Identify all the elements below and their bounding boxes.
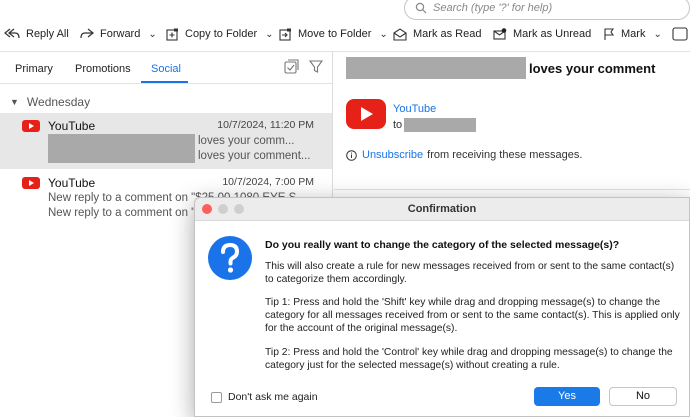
- chevron-down-icon[interactable]: ⌄: [148, 29, 156, 40]
- dialog-question: Do you really want to change the categor…: [265, 239, 620, 251]
- reply-all-button[interactable]: Reply All: [4, 22, 69, 46]
- forward-button[interactable]: Forward ⌄: [80, 22, 157, 46]
- checkbox-box[interactable]: [211, 391, 222, 403]
- mark-as-unread-label: Mark as Unread: [513, 28, 592, 40]
- chevron-down-icon[interactable]: ⌄: [265, 29, 273, 40]
- dialog-paragraph: This will also create a rule for new mes…: [265, 261, 675, 285]
- forward-label: Forward: [100, 28, 141, 40]
- chevron-down-icon[interactable]: ⌄: [379, 29, 387, 40]
- more-button[interactable]: [672, 22, 690, 46]
- yes-button[interactable]: Yes: [534, 387, 600, 406]
- move-to-folder-label: Move to Folder: [298, 28, 372, 40]
- mark-label: Mark: [621, 28, 646, 40]
- mark-button[interactable]: Mark ⌄: [603, 22, 662, 46]
- toolbar: Reply All Forward ⌄ Copy to Folder ⌄ Mov…: [0, 22, 690, 46]
- dialog-title: Confirmation: [407, 203, 477, 215]
- copy-to-folder-button[interactable]: Copy to Folder ⌄: [166, 22, 274, 46]
- list-item[interactable]: YouTube 10/7/2024, 11:20 PM loves your c…: [0, 113, 332, 169]
- unsubscribe-row: Unsubscribe from receiving these message…: [346, 149, 582, 161]
- unsubscribe-link[interactable]: Unsubscribe: [362, 149, 423, 161]
- message-subject: loves your comm...: [198, 135, 295, 147]
- dont-ask-checkbox[interactable]: Don't ask me again: [211, 391, 318, 403]
- youtube-icon: [22, 177, 40, 189]
- message-preview: loves your comment...: [198, 150, 311, 162]
- open-envelope-icon: [393, 27, 407, 41]
- active-tab-indicator: [141, 81, 188, 83]
- mark-as-read-button[interactable]: Mark as Read: [393, 22, 481, 46]
- question-icon: [208, 236, 252, 280]
- tab-primary[interactable]: Primary: [15, 63, 53, 75]
- search-icon: [415, 2, 427, 14]
- message-subject-heading: loves your comment: [529, 61, 656, 76]
- dont-ask-label: Don't ask me again: [228, 391, 318, 403]
- confirmation-dialog: Confirmation Do you really want to chang…: [194, 197, 690, 417]
- message-date: 10/7/2024, 7:00 PM: [222, 176, 314, 188]
- copy-folder-icon: [166, 28, 178, 41]
- tab-promotions[interactable]: Promotions: [75, 63, 131, 75]
- redacted-block: [48, 134, 195, 163]
- category-tabs: Primary Promotions Social: [0, 52, 333, 84]
- search-input[interactable]: Search (type '?' for help): [404, 0, 690, 20]
- youtube-icon: [22, 120, 40, 132]
- close-window-button[interactable]: [202, 204, 212, 214]
- date-group-header[interactable]: ▼ Wednesday: [10, 95, 90, 109]
- message-sender: YouTube: [48, 119, 96, 133]
- reply-all-label: Reply All: [26, 28, 69, 40]
- info-icon: [346, 149, 357, 161]
- zoom-window-button[interactable]: [234, 204, 244, 214]
- message-sender: YouTube: [48, 176, 96, 190]
- message-date: 10/7/2024, 11:20 PM: [217, 119, 314, 131]
- mark-as-unread-button[interactable]: Mark as Unread: [493, 22, 591, 46]
- move-folder-icon: [279, 28, 291, 41]
- minimize-window-button[interactable]: [218, 204, 228, 214]
- dialog-body: Do you really want to change the categor…: [195, 220, 689, 416]
- select-all-icon[interactable]: [284, 59, 299, 74]
- mark-as-read-label: Mark as Read: [413, 28, 482, 40]
- move-to-folder-button[interactable]: Move to Folder ⌄: [279, 22, 388, 46]
- date-group-label: Wednesday: [26, 95, 91, 109]
- unsubscribe-text: from receiving these messages.: [427, 149, 583, 161]
- sender-name-link[interactable]: YouTube: [393, 103, 436, 115]
- divider: [334, 189, 690, 190]
- copy-to-folder-label: Copy to Folder: [185, 28, 258, 40]
- forward-icon: [80, 28, 94, 39]
- youtube-avatar-icon: [346, 99, 386, 129]
- filter-icon[interactable]: [309, 59, 323, 74]
- chevron-down-icon[interactable]: ⌄: [653, 29, 661, 40]
- collapse-caret-icon[interactable]: ▼: [10, 97, 19, 107]
- tab-social[interactable]: Social: [151, 63, 181, 75]
- search-placeholder: Search (type '?' for help): [433, 2, 553, 14]
- reply-all-icon: [4, 28, 20, 39]
- dialog-tip-1: Tip 1: Press and hold the 'Shift' key wh…: [265, 297, 680, 334]
- unread-envelope-icon: [493, 28, 507, 40]
- to-label: to: [393, 119, 403, 131]
- flag-icon: [604, 27, 615, 40]
- more-icon: [672, 27, 688, 41]
- redacted-block: [346, 57, 526, 79]
- redacted-block: [404, 118, 476, 132]
- dialog-tip-2: Tip 2: Press and hold the 'Control' key …: [265, 347, 673, 371]
- no-button[interactable]: No: [609, 387, 677, 406]
